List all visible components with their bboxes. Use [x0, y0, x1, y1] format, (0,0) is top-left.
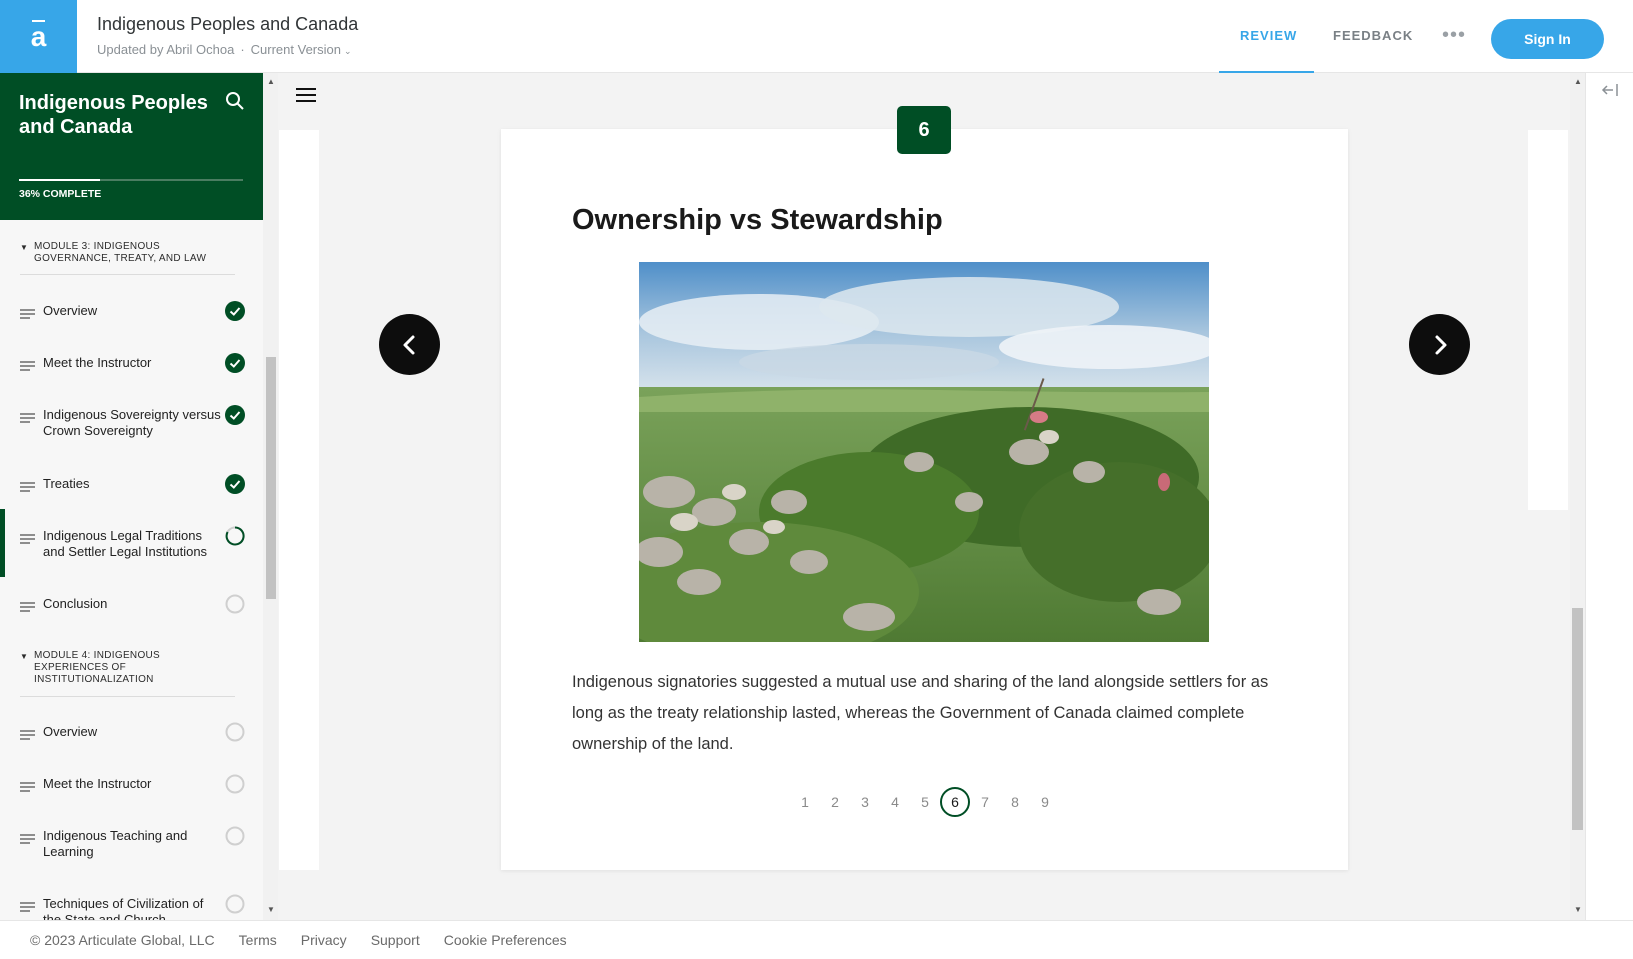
footer-link-terms[interactable]: Terms [239, 932, 277, 948]
slide-body-text: Indigenous signatories suggested a mutua… [572, 673, 1269, 753]
search-icon[interactable] [225, 91, 245, 111]
scroll-up-arrow-icon[interactable]: ▲ [1574, 77, 1582, 86]
slide-title: Ownership vs Stewardship [572, 204, 943, 236]
page-8[interactable]: 8 [1000, 794, 1030, 810]
more-options-icon[interactable]: ••• [1442, 24, 1466, 47]
slide-pager: 1 2 3 4 5 6 7 8 9 [790, 787, 1060, 817]
not-started-icon [225, 722, 245, 742]
lesson-icon [20, 730, 35, 740]
lesson-label: Indigenous Legal Traditions and Settler … [43, 528, 208, 559]
page-5[interactable]: 5 [910, 794, 940, 810]
module-heading[interactable]: ▼ MODULE 4: INDIGENOUS EXPERIENCES OF IN… [20, 650, 235, 686]
progress-bar-fill [19, 179, 100, 181]
course-sidebar: Indigenous Peoples and Canada 36% COMPLE… [0, 73, 263, 920]
sidebar-header: Indigenous Peoples and Canada 36% COMPLE… [0, 73, 263, 220]
meta-separator: · [240, 42, 245, 57]
not-started-icon [225, 894, 245, 914]
lesson-label: Techniques of Civilization of the State … [43, 896, 204, 920]
version-dropdown[interactable]: Current Version [251, 42, 341, 57]
module-title: MODULE 3: INDIGENOUS GOVERNANCE, TREATY,… [34, 241, 207, 264]
next-slide-card [1528, 130, 1568, 510]
lesson-icon [20, 834, 35, 844]
sidebar-scrollbar-thumb[interactable] [266, 357, 276, 599]
chevron-down-icon: ⌄ [343, 46, 352, 56]
lesson-label: Treaties [43, 476, 90, 491]
completed-check-icon [225, 474, 245, 494]
lesson-icon [20, 782, 35, 792]
slide-image [639, 262, 1209, 642]
not-started-icon [225, 774, 245, 794]
module-title: MODULE 4: INDIGENOUS EXPERIENCES OF INST… [34, 650, 161, 685]
top-bar: a Indigenous Peoples and Canada Updated … [0, 0, 1633, 73]
completed-check-icon [225, 353, 245, 373]
previous-slide-card [279, 130, 319, 870]
scroll-down-arrow-icon[interactable]: ▼ [1574, 905, 1582, 914]
caret-down-icon: ▼ [20, 243, 29, 252]
previous-slide-button[interactable] [379, 314, 440, 375]
not-started-icon [225, 594, 245, 614]
document-meta: Updated by Abril Ochoa · Current Version ⌄ [97, 42, 352, 57]
progress-bar [19, 179, 243, 181]
content-scrollbar-thumb[interactable] [1572, 608, 1583, 830]
page-7[interactable]: 7 [970, 794, 1000, 810]
footer-link-cookie-preferences[interactable]: Cookie Preferences [444, 932, 567, 948]
module-heading[interactable]: ▼ MODULE 3: INDIGENOUS GOVERNANCE, TREAT… [20, 241, 235, 265]
divider [20, 274, 235, 275]
page-6-current[interactable]: 6 [940, 787, 970, 817]
lesson-label: Indigenous Teaching and Learning [43, 828, 188, 859]
lesson-label: Overview [43, 724, 98, 739]
footer: © 2023 Articulate Global, LLC Terms Priv… [0, 920, 1633, 959]
slide-number-badge: 6 [897, 106, 951, 154]
lesson-icon [20, 361, 35, 371]
footer-link-privacy[interactable]: Privacy [301, 932, 347, 948]
footer-link-support[interactable]: Support [371, 932, 420, 948]
page-1[interactable]: 1 [790, 794, 820, 810]
caret-down-icon: ▼ [20, 652, 29, 661]
lesson-label: Meet the Instructor [43, 776, 152, 791]
chevron-right-icon [1435, 335, 1446, 354]
lesson-label: Meet the Instructor [43, 355, 152, 370]
progress-label: 36% COMPLETE [19, 188, 102, 200]
lesson-icon [20, 534, 35, 544]
scroll-up-arrow-icon[interactable]: ▲ [267, 77, 275, 86]
tab-feedback[interactable]: FEEDBACK [1333, 28, 1413, 43]
lesson-icon [20, 482, 35, 492]
logo-glyph: a [30, 19, 47, 52]
page-2[interactable]: 2 [820, 794, 850, 810]
chevron-left-icon [403, 335, 414, 354]
collapse-panel-icon[interactable] [1601, 81, 1619, 99]
course-title: Indigenous Peoples and Canada [19, 92, 208, 138]
lesson-icon [20, 413, 35, 423]
lesson-label: Overview [43, 303, 98, 318]
in-progress-icon [225, 526, 245, 546]
document-title: Indigenous Peoples and Canada [97, 14, 359, 34]
review-panel-rail [1585, 73, 1633, 920]
lesson-icon [20, 902, 35, 912]
not-started-icon [225, 826, 245, 846]
page-3[interactable]: 3 [850, 794, 880, 810]
completed-check-icon [225, 301, 245, 321]
articulate-logo[interactable]: a [0, 0, 77, 73]
menu-icon[interactable] [296, 87, 316, 103]
tab-review[interactable]: REVIEW [1240, 28, 1297, 43]
updated-by: Updated by Abril Ochoa [97, 42, 235, 57]
divider [20, 696, 235, 697]
lesson-label: Conclusion [43, 596, 108, 611]
page-4[interactable]: 4 [880, 794, 910, 810]
completed-check-icon [225, 405, 245, 425]
sign-in-button[interactable]: Sign In [1491, 19, 1604, 59]
scroll-down-arrow-icon[interactable]: ▼ [267, 905, 275, 914]
lesson-icon [20, 602, 35, 612]
prairie-landscape-image [639, 262, 1209, 642]
lesson-label: Indigenous Sovereignty versus Crown Sove… [43, 407, 221, 438]
lesson-icon [20, 309, 35, 319]
page-9[interactable]: 9 [1030, 794, 1060, 810]
next-slide-button[interactable] [1409, 314, 1470, 375]
copyright: © 2023 Articulate Global, LLC [30, 932, 215, 948]
